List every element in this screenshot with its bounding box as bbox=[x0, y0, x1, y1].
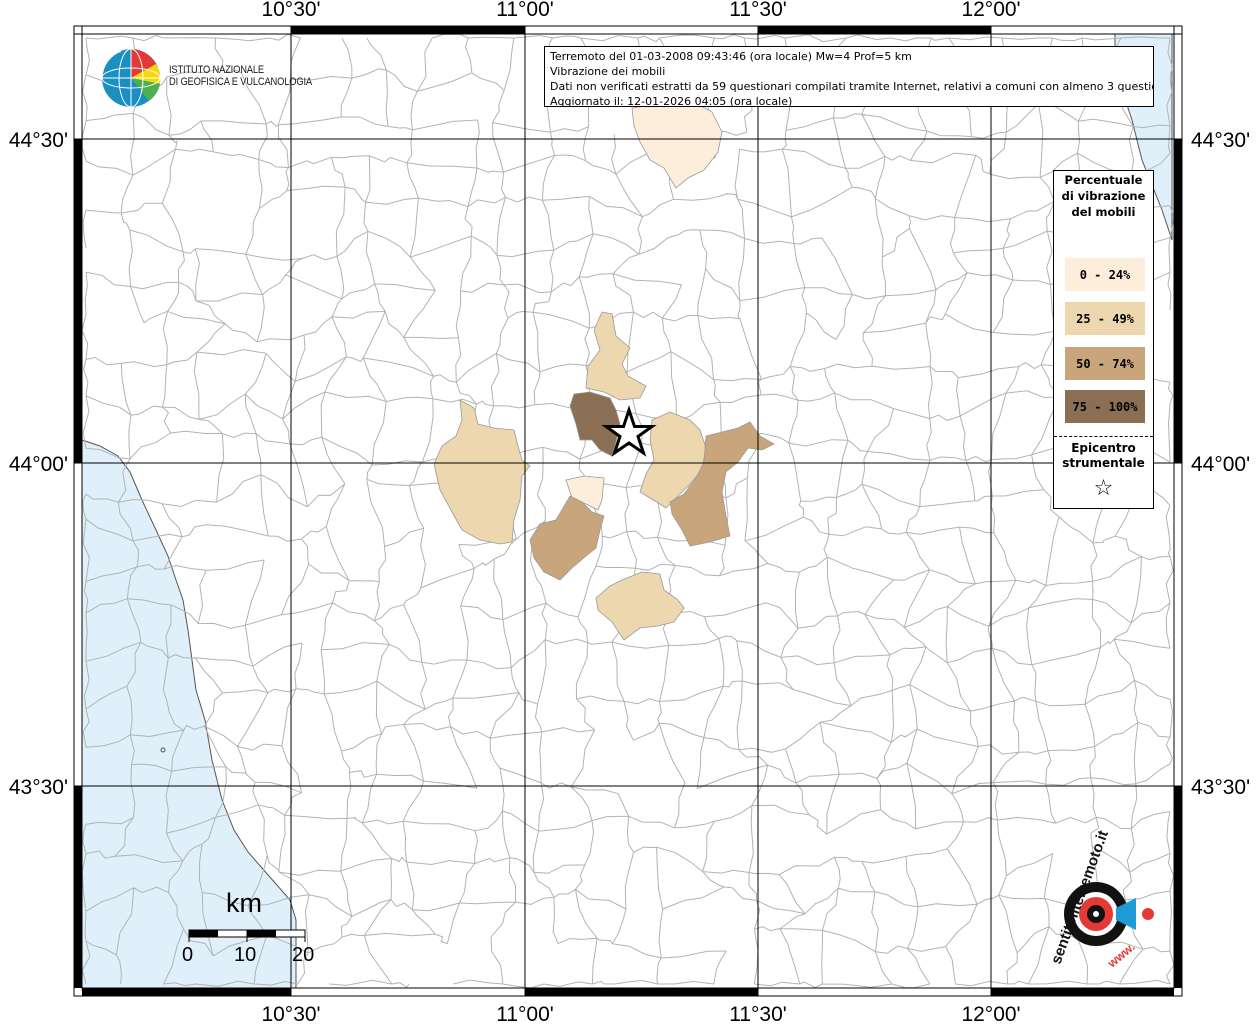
legend-class-4: 75 - 100% bbox=[1065, 390, 1145, 423]
ingv-logo-icon bbox=[101, 48, 161, 108]
legend-epicentre-label: Epicentro strumentale bbox=[1062, 441, 1145, 470]
scale-tick-20: 20 bbox=[292, 944, 315, 966]
event-title: Terremoto del 01-03-2008 09:43:46 (ora l… bbox=[550, 50, 912, 63]
legend-class-2: 25 - 49% bbox=[1065, 302, 1145, 335]
left-label-2: 44°00' bbox=[9, 453, 68, 476]
scale-tick-10: 10 bbox=[234, 944, 257, 966]
left-label-1: 44°30' bbox=[9, 129, 68, 152]
right-label-2: 44°00' bbox=[1191, 453, 1250, 476]
data-disclaimer: Dati non verificati estratti da 59 quest… bbox=[550, 80, 1154, 93]
top-label-4: 12°00' bbox=[961, 0, 1020, 21]
bottom-label-4: 12°00' bbox=[961, 1003, 1020, 1024]
legend-class-3: 50 - 74% bbox=[1065, 347, 1145, 380]
top-label-3: 11°30' bbox=[729, 0, 787, 21]
right-label-1: 44°30' bbox=[1191, 129, 1250, 152]
scale-unit: km bbox=[226, 888, 262, 918]
legend-separator bbox=[1054, 436, 1153, 437]
bottom-label-1: 10°30' bbox=[261, 1003, 320, 1024]
left-label-3: 43°30' bbox=[9, 776, 68, 799]
legend-star-icon: ☆ bbox=[1093, 476, 1114, 501]
bottom-label-2: 11°00' bbox=[496, 1003, 554, 1024]
intensity-map: 10°30' 11°00' 11°30' 12°00' 10°30' 11°00… bbox=[9, 0, 1250, 1024]
bottom-label-3: 11°30' bbox=[729, 1003, 787, 1024]
top-label-1: 10°30' bbox=[261, 0, 320, 21]
top-label-2: 11°00' bbox=[496, 0, 554, 21]
scale-tick-0: 0 bbox=[182, 944, 194, 966]
legend: Percentuale di vibrazione del mobili 0 -… bbox=[1053, 170, 1154, 509]
right-label-3: 43°30' bbox=[1191, 776, 1250, 799]
ingv-line-2: DI GEOFISICA E VULCANOLOGIA bbox=[169, 76, 312, 88]
legend-class-1: 0 - 24% bbox=[1065, 258, 1145, 291]
update-timestamp: Aggiornato il: 12-01-2026 04:05 (ora loc… bbox=[550, 95, 793, 107]
ingv-logo-text: ISTITUTO NAZIONALE DI GEOFISICA E VULCAN… bbox=[169, 64, 312, 88]
legend-title: Percentuale di vibrazione del mobili bbox=[1061, 173, 1146, 219]
map-subject: Vibrazione dei mobili bbox=[550, 65, 666, 78]
ingv-line-1: ISTITUTO NAZIONALE bbox=[169, 64, 264, 76]
event-info-box: Terremoto del 01-03-2008 09:43:46 (ora l… bbox=[544, 46, 1154, 107]
